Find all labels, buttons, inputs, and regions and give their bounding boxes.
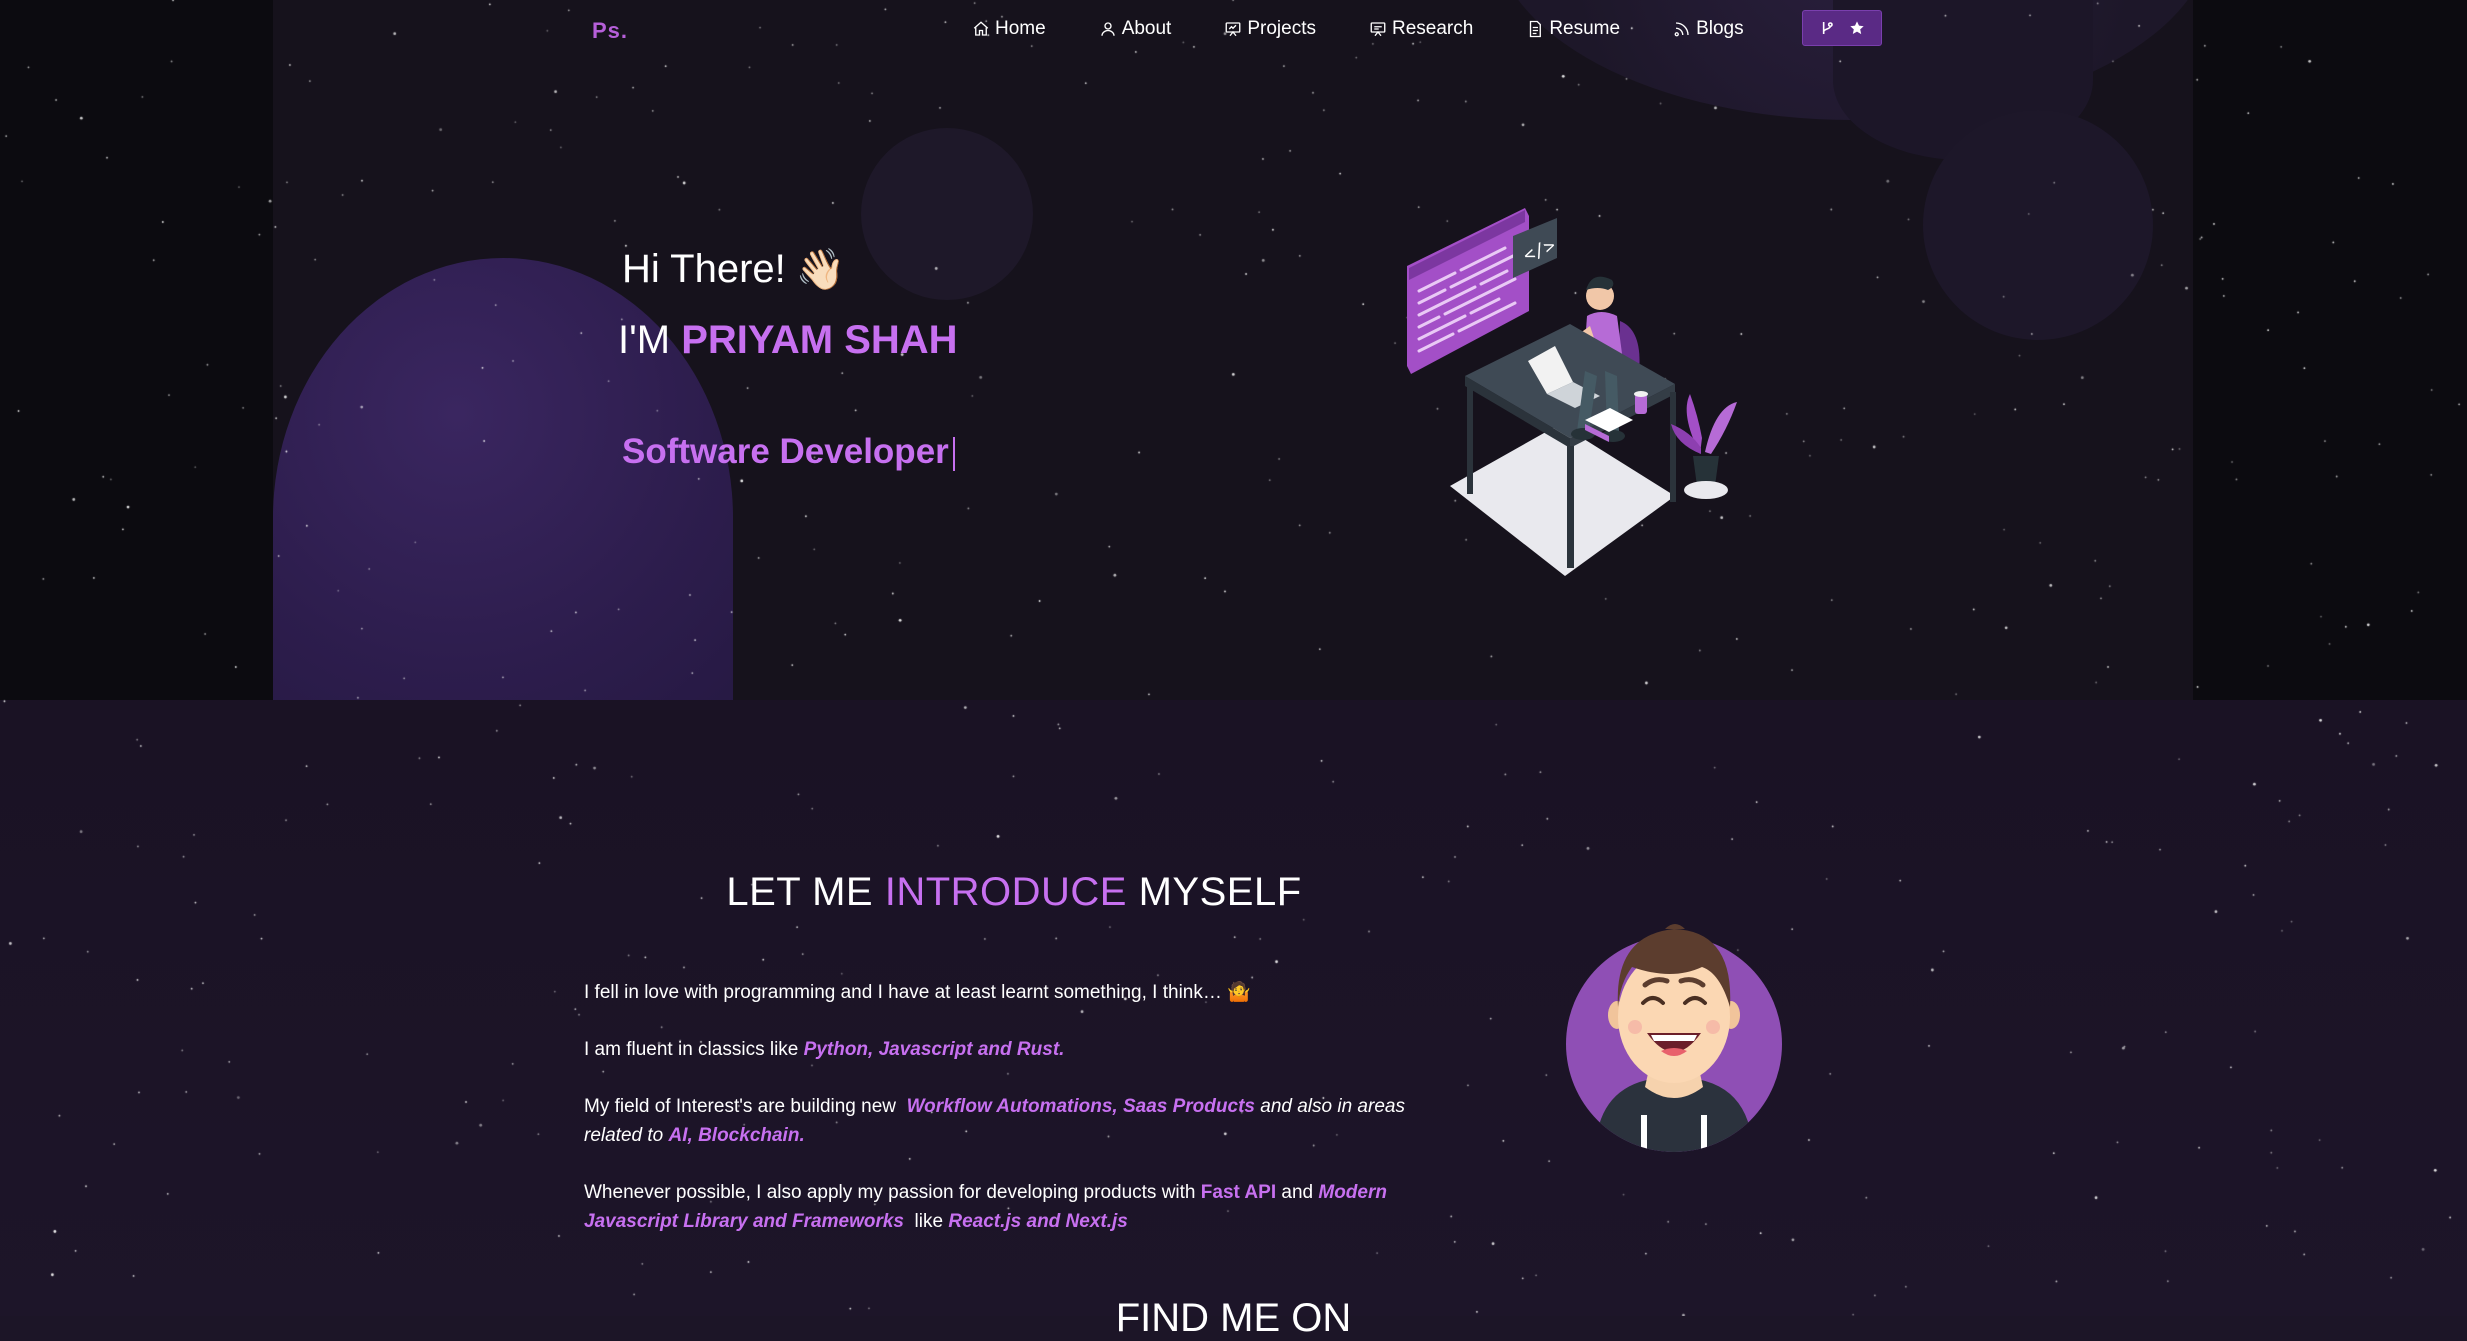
nav-blogs-label: Blogs xyxy=(1696,18,1744,39)
intro-paragraph-2: I am fluent in classics like Python, Jav… xyxy=(584,1035,1444,1064)
github-star-button[interactable] xyxy=(1802,10,1882,46)
nav-research[interactable]: Research xyxy=(1369,18,1473,40)
nav-projects-label: Projects xyxy=(1247,18,1316,39)
role-text: Software Developer xyxy=(622,432,949,471)
hero-role: Software Developer xyxy=(622,432,955,472)
document-icon xyxy=(1530,20,1542,38)
git-branch-icon xyxy=(1822,22,1833,34)
site-logo[interactable]: Ps. xyxy=(592,18,628,44)
nav-resume-label: Resume xyxy=(1549,18,1621,39)
star-icon xyxy=(1850,21,1864,35)
iam-prefix: I'M xyxy=(618,318,671,362)
p4-and: and xyxy=(1281,1182,1314,1203)
find-me-heading: FIND ME ON xyxy=(1115,1296,1352,1340)
nav-home-label: Home xyxy=(995,18,1046,39)
hero-name-line: I'M PRIYAM SHAH xyxy=(618,318,958,363)
research-icon xyxy=(1370,22,1386,37)
hero-greeting: Hi There! 👋🏻 xyxy=(622,246,846,293)
p2-prefix: I am fluent in classics like xyxy=(584,1039,799,1060)
intro-paragraph-3: My field of Interest's are building new … xyxy=(584,1092,1444,1150)
p4-react: React.js and Next.js xyxy=(948,1211,1128,1232)
p4-like: like xyxy=(914,1211,944,1232)
intro-paragraph-1: I fell in love with programming and I ha… xyxy=(584,982,1251,1003)
avatar xyxy=(1566,924,1782,1152)
rss-icon xyxy=(1674,22,1689,37)
nav-blogs[interactable]: Blogs xyxy=(1673,18,1744,40)
developer-illustration: </> xyxy=(1407,208,1737,576)
intro-heading: LET ME INTRODUCE MYSELF xyxy=(0,870,2028,915)
nav-about[interactable]: About xyxy=(1099,18,1172,40)
nav-resume[interactable]: Resume xyxy=(1526,18,1620,40)
hero-name: PRIYAM SHAH xyxy=(681,318,958,362)
nav-home[interactable]: Home xyxy=(972,18,1046,40)
p2-languages: Python, Javascript and Rust. xyxy=(803,1039,1065,1060)
greeting-text: Hi There! xyxy=(622,247,786,291)
intro-body: I fell in love with programming and I ha… xyxy=(584,978,1444,1264)
p4-fastapi: Fast API xyxy=(1200,1182,1277,1203)
main-nav: Home About Projects Research Resume Blog… xyxy=(972,14,1797,44)
intro-title-highlight: INTRODUCE xyxy=(884,870,1127,914)
nav-about-label: About xyxy=(1121,18,1172,39)
projects-icon xyxy=(1225,22,1241,37)
typing-cursor xyxy=(952,436,955,471)
user-icon xyxy=(1101,22,1115,36)
home-icon xyxy=(973,21,989,36)
intro-title-start: LET ME xyxy=(726,870,874,914)
nav-research-label: Research xyxy=(1391,18,1474,39)
p3-areas: AI, Blockchain. xyxy=(668,1125,805,1146)
p3-prefix: My field of Interest's are building new xyxy=(584,1096,897,1117)
intro-title-end: MYSELF xyxy=(1138,870,1302,914)
p4-prefix: Whenever possible, I also apply my passi… xyxy=(584,1182,1196,1203)
wave-emoji: 👋🏻 xyxy=(795,248,846,292)
nav-projects[interactable]: Projects xyxy=(1224,18,1316,40)
intro-paragraph-4: Whenever possible, I also apply my passi… xyxy=(584,1178,1444,1236)
p3-highlight: Workflow Automations, Saas Products xyxy=(906,1096,1255,1117)
